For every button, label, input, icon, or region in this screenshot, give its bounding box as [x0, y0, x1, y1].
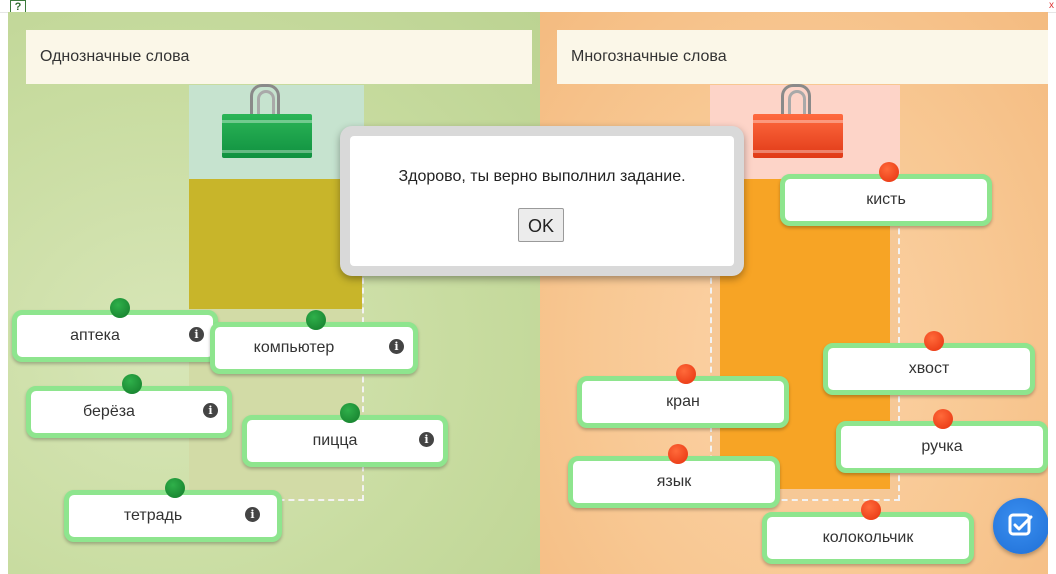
info-icon[interactable]: i	[203, 403, 218, 418]
info-icon[interactable]: i	[189, 327, 204, 342]
info-icon[interactable]: i	[245, 507, 260, 522]
green-binder-clip-icon	[222, 84, 312, 158]
word-card[interactable]: аптека i	[12, 298, 218, 362]
word-card-label: тетрадь	[123, 507, 183, 524]
word-card-label: кран	[666, 393, 700, 410]
left-category-title: Однозначные слова	[26, 30, 532, 84]
word-card-label: аптека	[70, 327, 120, 344]
dialog-body: Здорово, ты верно выполнил задание. OK	[350, 136, 734, 266]
word-card[interactable]: компьютер i	[210, 310, 418, 374]
word-card[interactable]: хвост	[823, 331, 1035, 395]
info-icon[interactable]: i	[389, 339, 404, 354]
exercise-canvas: Однозначные слова Многозначные слова апт…	[8, 12, 1048, 574]
check-answer-button[interactable]	[993, 498, 1048, 554]
word-card-label: хвост	[908, 360, 950, 377]
ok-button[interactable]: OK	[518, 208, 564, 242]
word-card-label: ручка	[921, 438, 963, 455]
word-card[interactable]: колокольчик	[762, 500, 974, 564]
checkbox-check-icon	[1008, 513, 1033, 536]
dialog-message: Здорово, ты верно выполнил задание.	[398, 168, 686, 185]
right-category-title: Многозначные слова	[557, 30, 1048, 84]
word-card-label: кисть	[866, 191, 906, 208]
word-card-label: пицца	[312, 432, 358, 449]
word-card-label: берёза	[83, 403, 135, 420]
left-holder-fill	[189, 179, 362, 309]
word-card[interactable]: берёза i	[26, 374, 232, 438]
word-card[interactable]: кран	[577, 364, 789, 428]
close-mark-icon[interactable]: x	[1049, 0, 1054, 11]
word-card-label: компьютер	[253, 339, 335, 356]
word-card[interactable]: тетрадь i	[64, 478, 282, 542]
info-icon[interactable]: i	[419, 432, 434, 447]
word-card[interactable]: пицца i	[242, 403, 448, 467]
word-card[interactable]: язык	[568, 444, 780, 508]
red-binder-clip-icon	[753, 84, 843, 158]
word-card-label: колокольчик	[822, 529, 914, 546]
success-dialog: Здорово, ты верно выполнил задание. OK	[340, 126, 744, 276]
word-card[interactable]: кисть	[780, 162, 992, 226]
word-card-label: язык	[656, 473, 692, 490]
word-card[interactable]: ручка	[836, 409, 1048, 473]
